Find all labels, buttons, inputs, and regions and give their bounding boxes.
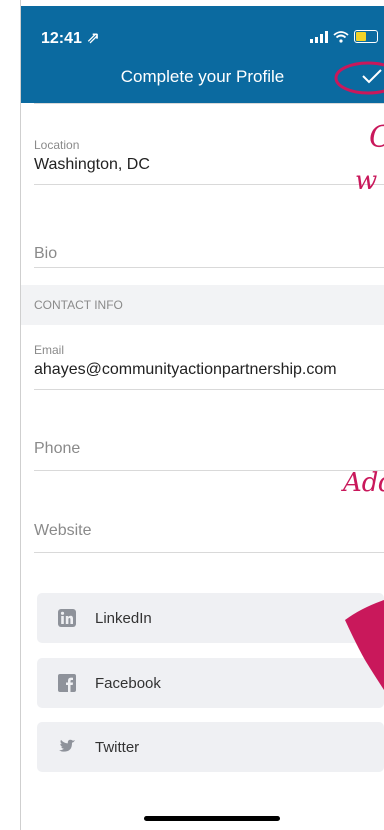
location-field[interactable]: Location Washington, DC — [34, 138, 384, 185]
contact-info-label: CONTACT INFO — [34, 298, 123, 312]
twitter-button[interactable]: Twitter — [37, 722, 384, 772]
annotation-text-lower: Add — [343, 468, 384, 498]
annotation-arrow — [345, 600, 384, 690]
annotation-text-middle: w — [355, 166, 378, 196]
home-indicator — [144, 816, 280, 821]
email-value: ahayes@communityactionpartnership.com — [34, 361, 337, 378]
annotation-text-top: C — [369, 120, 384, 155]
app-header: 12:41 ⇗ Complete your Profile — [21, 6, 384, 103]
wifi-icon — [333, 30, 349, 43]
annotation-circle — [334, 61, 384, 95]
website-field[interactable]: Website — [34, 522, 384, 553]
bio-placeholder: Bio — [34, 245, 58, 262]
location-value: Washington, DC — [34, 156, 150, 173]
twitter-label: Twitter — [95, 738, 140, 756]
facebook-label: Facebook — [95, 674, 161, 692]
phone-placeholder: Phone — [34, 440, 81, 457]
location-label: Location — [34, 138, 80, 152]
email-label: Email — [34, 343, 65, 357]
page-title: Complete your Profile — [120, 67, 285, 86]
phone-field[interactable]: Phone — [34, 440, 384, 471]
status-time: 12:41 ⇗ — [41, 30, 100, 47]
email-field[interactable]: Email ahayes@communityactionpartnership.… — [34, 343, 384, 390]
twitter-icon — [58, 738, 76, 756]
linkedin-label: LinkedIn — [95, 609, 152, 627]
contact-info-header: CONTACT INFO — [21, 285, 384, 325]
bio-field[interactable]: Bio — [34, 245, 384, 268]
linkedin-icon — [58, 609, 76, 627]
phone-screen: 12:41 ⇗ Complete your Profile Location W… — [21, 0, 384, 830]
divider — [34, 103, 384, 104]
facebook-button[interactable]: Facebook — [37, 658, 384, 708]
linkedin-button[interactable]: LinkedIn — [37, 593, 384, 643]
facebook-icon — [58, 674, 76, 692]
website-placeholder: Website — [34, 522, 92, 539]
battery-icon — [354, 30, 378, 43]
status-icons — [310, 30, 378, 43]
signal-icon — [310, 30, 328, 43]
